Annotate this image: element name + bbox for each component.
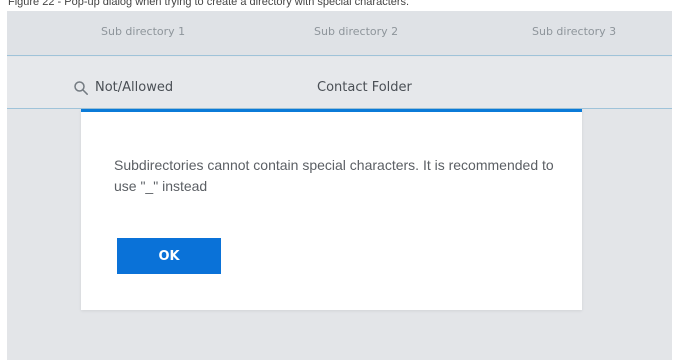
sub-directory-1-input[interactable]: Not/Allowed <box>95 80 173 95</box>
dialog-message: Subdirectories cannot contain special ch… <box>114 157 554 194</box>
header-sub-directory-2: Sub directory 2 <box>314 25 399 38</box>
figure-caption: Figure 22 - Pop-up dialog when trying to… <box>8 0 410 8</box>
ok-button[interactable]: OK <box>117 238 221 274</box>
special-characters-dialog: Subdirectories cannot contain special ch… <box>81 109 582 310</box>
table-row: Not/Allowed Contact Folder <box>7 57 672 108</box>
header-sub-directory-3: Sub directory 3 <box>532 25 617 38</box>
header-sub-directory-1: Sub directory 1 <box>101 25 186 38</box>
search-icon[interactable] <box>73 80 89 96</box>
header-divider <box>7 55 672 56</box>
table-header: Sub directory 1 Sub directory 2 Sub dire… <box>7 11 672 56</box>
sub-directory-2-input[interactable]: Contact Folder <box>317 80 412 95</box>
